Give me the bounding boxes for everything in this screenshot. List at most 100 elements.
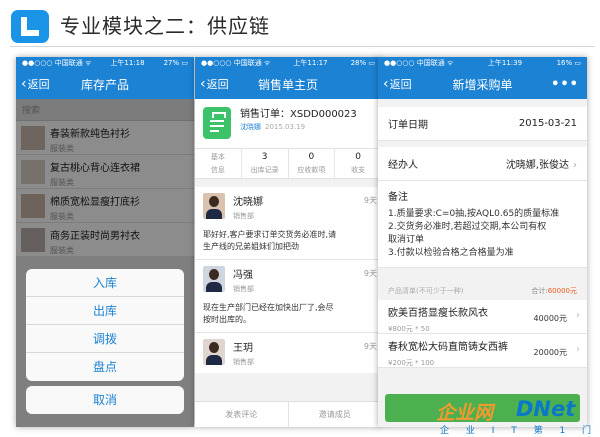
back-button[interactable]: ‹ 返回 xyxy=(21,76,50,92)
cancel-button[interactable]: 取消 xyxy=(26,386,184,414)
comment-line: 生产线的兄弟姐妹们加把劲 xyxy=(203,242,299,251)
invite-members-button[interactable]: 邀请成员 xyxy=(289,402,382,427)
comment-text: 耶好好,客户要求订单交货务必准时,请 生产线的兄弟姐妹们加把劲 xyxy=(203,229,373,253)
stocktake-option[interactable]: 盘点 xyxy=(26,353,184,381)
comment-text: 现在生产部门已经在加快出厂了,会尽 按时出库的。 xyxy=(203,302,373,326)
comment-item: 沈晓娜 销售部 9天 耶好好,客户要求订单交货务必准时,请 生产线的兄弟姐妹们加… xyxy=(195,187,381,260)
carrier-text: ●●○○○ 中国联通 ᯤ xyxy=(201,59,271,67)
tab-receivables[interactable]: 0 应收款项 xyxy=(289,149,336,178)
total-label: 合计: xyxy=(531,287,548,295)
chevron-left-icon: ‹ xyxy=(200,76,206,92)
stat-value: 基本 xyxy=(210,153,225,161)
comment-author: 王玥 xyxy=(233,343,253,354)
order-meta: 沈晓娜 2015.03.19 xyxy=(240,122,305,132)
status-bar: ●●○○○ 中国联通 ᯤ 上午11:39 16% ▭ xyxy=(378,57,587,69)
list-item[interactable]: 春秋宽松大码直筒铸女西裤 ¥200元 * 100 20000元 › xyxy=(378,334,587,368)
battery-text: 27% ▭ xyxy=(163,59,188,67)
watermark-tagline: 企 业 I T 第 1 门 户 xyxy=(440,426,600,436)
nav-bar: ‹ 返回 销售单主页 xyxy=(195,69,381,99)
order-header: 销售订单：XSDD000023 沈晓娜 2015.03.19 xyxy=(195,99,381,149)
carrier-text: ●●○○○ 中国联通 ᯤ xyxy=(22,59,92,67)
order-date-field[interactable]: 订单日期 2015-03-21 xyxy=(378,107,587,141)
battery-text: 28% ▭ xyxy=(350,59,375,67)
post-comment-button[interactable]: 发表评论 xyxy=(195,402,289,427)
comment-line: 按时出库的。 xyxy=(203,315,251,324)
back-button[interactable]: ‹ 返回 xyxy=(383,76,412,92)
product-list-label: 产品清单(不可少于一种) xyxy=(388,287,464,295)
chevron-left-icon: ‹ xyxy=(21,76,27,92)
back-label: 返回 xyxy=(389,78,412,91)
comment-line: 现在生产部门已经在加快出厂了,会尽 xyxy=(203,303,334,312)
order-creator[interactable]: 沈晓娜 xyxy=(240,123,261,131)
chevron-right-icon: › xyxy=(576,310,580,321)
tab-basic-info[interactable]: 基本 信息 xyxy=(195,149,242,178)
product-price: ¥200元 * 100 xyxy=(388,359,435,367)
stat-label: 信息 xyxy=(210,166,225,174)
status-bar: ●●○○○ 中国联通 ᯤ 上午11:17 28% ▭ xyxy=(195,57,381,69)
phone-new-purchase-order: ●●○○○ 中国联通 ᯤ 上午11:39 16% ▭ ‹ 返回 新增采购单 •••… xyxy=(378,57,587,427)
handler-names: 沈晓娜,张俊达 xyxy=(505,160,569,171)
back-button[interactable]: ‹ 返回 xyxy=(200,76,229,92)
phone-sales-order: ●●○○○ 中国联通 ᯤ 上午11:17 28% ▭ ‹ 返回 销售单主页 销售订… xyxy=(195,57,381,427)
comment-time: 9天 xyxy=(363,342,377,351)
avatar xyxy=(203,193,225,219)
note-line: 3.付款以检验合格之合格量为准 xyxy=(388,248,514,258)
nav-bar: ‹ 返回 库存产品 xyxy=(16,69,194,99)
avatar xyxy=(203,266,225,292)
total-value: 60000元 xyxy=(547,287,577,295)
comment-dept: 销售部 xyxy=(233,212,254,220)
title-divider xyxy=(10,46,595,47)
status-bar: ●●○○○ 中国联通 ᯤ 上午11:18 27% ▭ xyxy=(16,57,194,69)
chevron-right-icon: › xyxy=(573,160,577,171)
stat-label: 收支 xyxy=(351,166,366,174)
total-amount: 合计:60000元 xyxy=(531,286,577,296)
slide-title: 专业模块之二：供应链 xyxy=(60,14,270,38)
stat-value: 3 xyxy=(261,152,268,162)
stat-label: 应收款项 xyxy=(297,166,326,174)
product-amount: 40000元 xyxy=(533,314,567,323)
tab-income-expense[interactable]: 0 收支 xyxy=(335,149,381,178)
field-value: 沈晓娜,张俊达 › xyxy=(506,156,577,171)
transfer-option[interactable]: 调拨 xyxy=(26,325,184,353)
chevron-left-icon: ‹ xyxy=(383,76,389,92)
comment-dept: 销售部 xyxy=(233,285,254,293)
battery-text: 16% ▭ xyxy=(556,59,581,67)
product-price: ¥800元 * 50 xyxy=(388,325,430,333)
stock-in-option[interactable]: 入库 xyxy=(26,269,184,297)
carrier-text: ●●○○○ 中国联通 ᯤ xyxy=(384,59,454,67)
comment-author: 冯强 xyxy=(233,270,253,281)
tab-outbound-records[interactable]: 3 出库记录 xyxy=(242,149,289,178)
comment-time: 9天 xyxy=(363,196,377,205)
list-item[interactable]: 欧美百搭显瘦长款风衣 ¥800元 * 50 40000元 › xyxy=(378,300,587,334)
field-label: 备注 xyxy=(388,192,408,203)
watermark-brand-cn: 企业网 xyxy=(436,402,494,424)
stat-label: 出库记录 xyxy=(250,166,279,174)
order-date: 2015.03.19 xyxy=(265,123,306,131)
chevron-right-icon: › xyxy=(576,344,580,355)
stock-out-option[interactable]: 出库 xyxy=(26,297,184,325)
comment-author: 沈晓娜 xyxy=(233,197,263,208)
bottom-toolbar: 发表评论 邀请成员 xyxy=(195,401,381,427)
comment-dept: 销售部 xyxy=(233,358,254,366)
stat-value: 0 xyxy=(308,152,315,162)
order-stats: 基本 信息 3 出库记录 0 应收款项 0 收支 xyxy=(195,149,381,179)
clock-text: 上午11:18 xyxy=(110,59,145,67)
note-line: 取消订单 xyxy=(388,235,425,245)
back-label: 返回 xyxy=(27,78,50,91)
nav-bar: ‹ 返回 新增采购单 ••• xyxy=(378,69,587,99)
field-label: 订单日期 xyxy=(388,120,428,131)
comment-item: 冯强 销售部 9天 现在生产部门已经在加快出厂了,会尽 按时出库的。 xyxy=(195,260,381,333)
more-icon[interactable]: ••• xyxy=(551,77,579,92)
notes-field[interactable]: 备注 1.质量要求:C=0抽,按AQL0.65的质量标准 2.交货务必准时,若超… xyxy=(378,181,587,268)
action-sheet: 入库 出库 调拨 盘点 取消 xyxy=(26,269,184,414)
watermark-brand-en: DNet xyxy=(516,397,576,421)
phone-inventory: ●●○○○ 中国联通 ᯤ 上午11:18 27% ▭ ‹ 返回 库存产品 搜索 春… xyxy=(16,57,194,427)
watermark-logo: 企业网 DNet xyxy=(430,397,600,424)
handler-field[interactable]: 经办人 沈晓娜,张俊达 › xyxy=(378,147,587,181)
field-value: 2015-03-21 xyxy=(518,118,577,129)
note-line: 1.质量要求:C=0抽,按AQL0.65的质量标准 xyxy=(388,209,560,219)
clipboard-icon xyxy=(203,107,231,139)
product-amount: 20000元 xyxy=(533,348,567,357)
order-number: 销售订单：XSDD000023 xyxy=(240,109,357,120)
